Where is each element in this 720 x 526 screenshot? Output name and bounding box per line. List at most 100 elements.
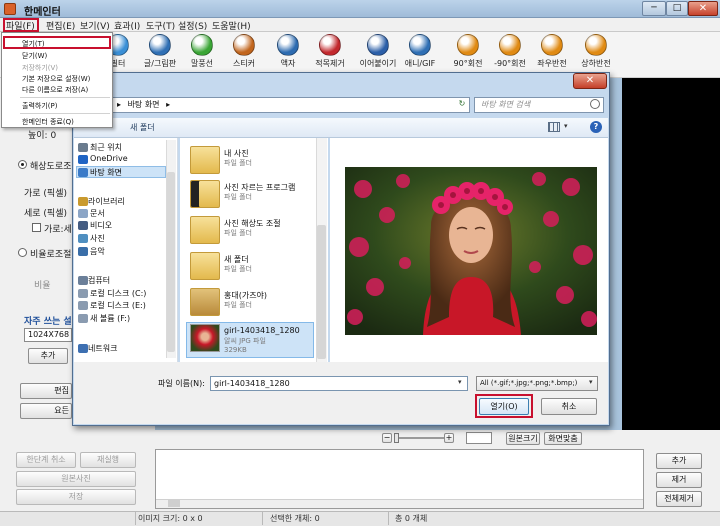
maximize-button[interactable]: □ xyxy=(666,1,688,16)
filename-dropdown-icon[interactable]: ▾ xyxy=(458,378,462,386)
file-menu-separator xyxy=(20,97,110,98)
nav-item[interactable]: 바탕 화면 xyxy=(90,167,122,178)
nav-item[interactable]: 라이브러리 xyxy=(88,196,125,207)
menu-effects[interactable]: 효과(I) xyxy=(114,19,140,32)
nav-item[interactable]: 컴퓨터 xyxy=(88,275,110,286)
toolbar-button-rotate-cw[interactable]: 90°회전 xyxy=(446,34,490,69)
nav-item[interactable]: 로컬 디스크 (C:) xyxy=(90,288,146,299)
app-title: 한메인터 xyxy=(24,7,61,18)
toolbar-button-flip-v[interactable]: 상하반전 xyxy=(574,34,618,69)
toolbar-button-gif[interactable]: 애니/GIF xyxy=(398,34,442,69)
address-bar[interactable]: ▸ 바탕 화면 ▸ xyxy=(112,97,470,113)
view-options-icon[interactable] xyxy=(548,122,560,132)
file-menu-save[interactable]: 저장하기(V) xyxy=(22,63,58,73)
minimize-button[interactable]: ─ xyxy=(642,1,666,16)
nav-item[interactable]: 로컬 디스크 (E:) xyxy=(90,300,146,311)
toolbar-button-frame[interactable]: 액자 xyxy=(266,34,310,69)
toolbar-button-red-eye[interactable]: 적목제거 xyxy=(308,34,352,69)
new-folder-button[interactable]: 새 폴더 xyxy=(130,122,155,133)
frequent-size-field[interactable]: 1024X768 xyxy=(24,328,72,342)
toolbar-button-label: -90°회전 xyxy=(494,59,526,68)
file-menu-close[interactable]: 닫기(W) xyxy=(22,51,47,61)
zoom-slider-handle[interactable] xyxy=(394,433,399,443)
edit-button-partial[interactable]: 편집 xyxy=(20,383,72,399)
toolbar-button-label: 좌우반전 xyxy=(537,59,567,68)
toolbar-button-label: 상하반전 xyxy=(581,59,611,68)
zoom-out-button[interactable]: − xyxy=(382,433,392,443)
menu-edit[interactable]: 편집(E) xyxy=(46,19,75,32)
redo-button[interactable]: 재실행 xyxy=(80,452,136,468)
nav-item[interactable]: 사진 xyxy=(90,233,105,244)
address-text: 바탕 화면 xyxy=(127,100,160,109)
ratio-label: 비율 xyxy=(34,281,51,291)
refresh-icon[interactable]: ↻ xyxy=(456,98,468,110)
toolbar-button-speech-bubble[interactable]: 말풍선 xyxy=(180,34,224,69)
view-options-dropdown[interactable]: ▾ xyxy=(564,122,568,130)
file-menu-print[interactable]: 출력하기(P) xyxy=(22,101,57,111)
toolbar-button-label: 이어붙이기 xyxy=(359,59,397,68)
filename-label: 파일 이름(N): xyxy=(158,379,205,388)
nav-item[interactable]: OneDrive xyxy=(90,154,128,163)
toolbar-button-merge[interactable]: 이어붙이기 xyxy=(356,34,400,69)
file-menu-save-as[interactable]: 다른 이름으로 저장(A) xyxy=(22,85,88,95)
keep-ratio-checkbox[interactable] xyxy=(32,223,41,232)
thumbnail-scroll-thumb[interactable] xyxy=(168,500,180,507)
file-item-name[interactable]: girl-1403418_1280 xyxy=(224,326,300,335)
nav-item[interactable]: 최근 위치 xyxy=(90,142,122,153)
nav-item[interactable]: 문서 xyxy=(90,208,105,219)
original-size-button[interactable]: 원본크기 xyxy=(506,432,540,445)
nav-item-icon xyxy=(78,247,88,256)
menu-view[interactable]: 보기(V) xyxy=(80,19,110,32)
add-size-button[interactable]: 추가 xyxy=(28,348,68,364)
nav-item[interactable]: 비디오 xyxy=(90,220,112,231)
file-item-type: 알씨 JPG 파일 xyxy=(224,337,266,345)
menu-settings[interactable]: 설정(S) xyxy=(178,19,207,32)
address-arrow[interactable]: ▸ xyxy=(166,100,170,109)
nav-item-icon xyxy=(78,197,88,206)
dialog-close-button[interactable]: ✕ xyxy=(573,73,607,89)
nav-scroll-thumb[interactable] xyxy=(167,172,175,352)
fit-screen-button[interactable]: 화면맞춤 xyxy=(544,432,582,445)
toolbar-button-flip-h[interactable]: 좌우반전 xyxy=(530,34,574,69)
toolbar-button-text-draw[interactable]: 글/그림판 xyxy=(138,34,182,69)
search-input[interactable]: 바탕 화면 검색 xyxy=(474,97,604,113)
remove-image-button[interactable]: 제거 xyxy=(656,472,702,488)
thumbnail-scrollbar[interactable] xyxy=(156,499,643,508)
all-button-partial[interactable]: 요든 xyxy=(20,403,72,419)
zoom-slider-track xyxy=(395,437,445,439)
toolbar-button-label: 액자 xyxy=(280,59,296,68)
file-menu-set-default-save[interactable]: 기본 저장으로 설정(W) xyxy=(22,74,90,84)
remove-all-button[interactable]: 전체제거 xyxy=(656,491,702,507)
undo-button[interactable]: 한단계 취소 xyxy=(16,452,76,468)
filetype-select[interactable]: All (*.gif;*.jpg;*.png;*.bmp;) xyxy=(476,376,598,391)
search-icon xyxy=(590,99,600,109)
zoom-in-button[interactable]: + xyxy=(444,433,454,443)
nav-item-icon xyxy=(78,314,88,323)
toolbar-button-sticker[interactable]: 스티커 xyxy=(222,34,266,69)
filetype-dropdown-icon[interactable]: ▾ xyxy=(589,378,593,386)
frame-icon xyxy=(277,34,299,56)
file-list-scroll-thumb[interactable] xyxy=(317,225,326,359)
nav-item[interactable]: 새 볼륨 (F:) xyxy=(90,313,130,324)
nav-item[interactable]: 음악 xyxy=(90,246,105,257)
ratio-radio[interactable] xyxy=(18,248,27,257)
help-icon[interactable]: ? xyxy=(590,121,602,133)
add-image-button[interactable]: 추가 xyxy=(656,453,702,469)
menu-tools[interactable]: 도구(T) xyxy=(146,19,175,32)
nav-item-icon xyxy=(78,221,88,230)
menu-help[interactable]: 도움말(H) xyxy=(212,19,251,32)
close-button[interactable]: ✕ xyxy=(688,1,718,16)
toolbar-button-rotate-ccw[interactable]: -90°회전 xyxy=(488,34,532,69)
height-label: 세로 (픽셀) xyxy=(24,209,68,219)
original-photo-button[interactable]: 원본사진 xyxy=(16,471,136,487)
file-menu-separator xyxy=(20,113,110,114)
nav-item-icon xyxy=(78,344,88,353)
save-button[interactable]: 저장 xyxy=(16,489,136,505)
zoom-value-field[interactable] xyxy=(466,432,492,444)
file-menu-exit[interactable]: 한메인터 종료(Q) xyxy=(22,117,74,127)
nav-item[interactable]: 네트워크 xyxy=(88,343,117,354)
cancel-button[interactable]: 취소 xyxy=(541,398,597,415)
resolution-radio[interactable] xyxy=(18,160,27,169)
preview-photo xyxy=(345,167,597,335)
filename-input[interactable]: girl-1403418_1280 xyxy=(210,376,468,391)
